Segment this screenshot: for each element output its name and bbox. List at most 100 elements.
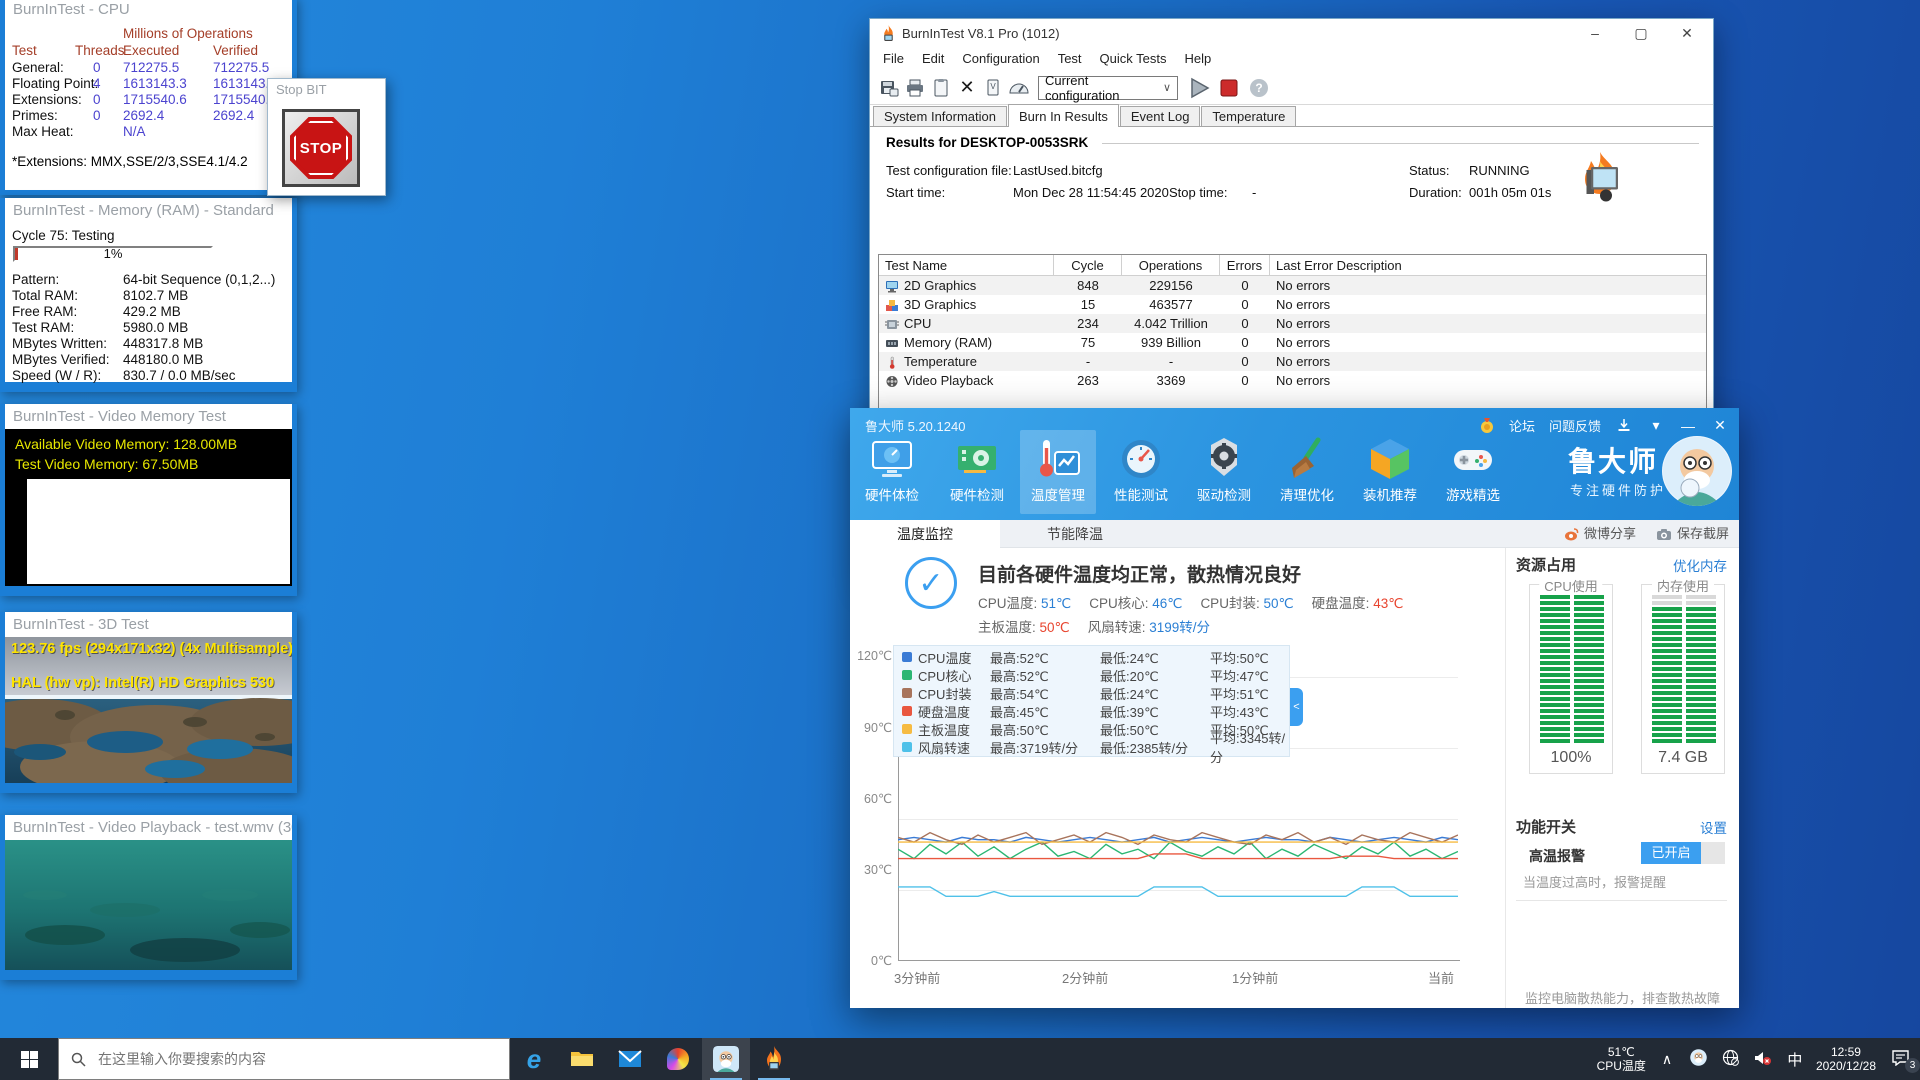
sensor-label: CPU核心: — [1089, 596, 1149, 611]
start-tests-button[interactable] — [1184, 76, 1214, 100]
taskbar-paint3d-icon[interactable] — [654, 1038, 702, 1080]
cube-icon — [1367, 436, 1413, 482]
maximize-button[interactable]: ▢ — [1618, 19, 1664, 48]
start-button[interactable] — [0, 1038, 58, 1080]
memory-usage-value: 7.4 GB — [1658, 749, 1708, 766]
cpu-usage-gauge: CPU使用 100% — [1529, 576, 1613, 774]
gauge-icon[interactable] — [1006, 76, 1032, 100]
action-center-icon[interactable]: 3 — [1886, 1049, 1920, 1073]
forum-link[interactable]: 论坛 — [1509, 416, 1535, 435]
certificate-icon[interactable]: V — [980, 76, 1006, 100]
menu-quick-tests[interactable]: Quick Tests — [1091, 48, 1176, 71]
menu-caret-icon[interactable]: ▾ — [1647, 417, 1665, 434]
taskbar-explorer-icon[interactable] — [558, 1038, 606, 1080]
volume-muted-icon[interactable] — [1752, 1050, 1774, 1069]
configuration-combobox[interactable]: Current configuration ∨ — [1038, 73, 1178, 103]
tab-event-log[interactable]: Event Log — [1119, 106, 1201, 126]
cpu-row-label: Max Heat: — [12, 124, 74, 139]
screenshot-label: 保存截屏 — [1677, 526, 1730, 541]
sensor-label: CPU封装: — [1200, 596, 1260, 611]
ime-indicator[interactable]: 中 — [1784, 1049, 1806, 1070]
table-row-2d-graphics[interactable]: 2D Graphics 848 229156 0 No errors — [879, 276, 1706, 295]
taskbar-burnintest-icon[interactable] — [750, 1038, 798, 1080]
nav-performance-test[interactable]: 性能测试 — [1103, 430, 1179, 514]
tray-cpu-temp[interactable]: 51℃ CPU温度 — [1597, 1045, 1646, 1073]
optimize-memory-link[interactable]: 优化内存 — [1673, 555, 1727, 575]
svg-text:?: ? — [1255, 81, 1262, 95]
menu-help[interactable]: Help — [1175, 48, 1220, 71]
stop-button[interactable]: STOP — [282, 109, 360, 187]
lu-minimize-button[interactable]: — — [1679, 418, 1697, 434]
nav-build-recommend[interactable]: 装机推荐 — [1352, 430, 1428, 514]
memory-field-label: Pattern: — [12, 272, 60, 287]
search-input[interactable] — [96, 1050, 456, 1068]
close-button[interactable]: ✕ — [1664, 19, 1710, 48]
tab-system-information[interactable]: System Information — [873, 106, 1007, 126]
minimize-button[interactable]: – — [1572, 19, 1618, 48]
taskbar-mail-icon[interactable] — [606, 1038, 654, 1080]
menu-edit[interactable]: Edit — [913, 48, 953, 71]
print-icon[interactable] — [902, 76, 928, 100]
menu-test[interactable]: Test — [1049, 48, 1091, 71]
table-row-video-playback[interactable]: Video Playback 263 3369 0 No errors — [879, 371, 1706, 390]
tray-ludashi-icon[interactable] — [1688, 1049, 1710, 1069]
main-window-title: BurnInTest V8.1 Pro (1012) — [902, 26, 1060, 41]
color-drop-icon — [667, 1048, 689, 1070]
cpu-window-body: Millions of Operations Test Threads Exec… — [5, 22, 292, 190]
feedback-link[interactable]: 问题反馈 — [1549, 416, 1601, 435]
weibo-share-button[interactable]: 微博分享 — [1564, 520, 1636, 548]
table-row-3d-graphics[interactable]: 3D Graphics 15 463577 0 No errors — [879, 295, 1706, 314]
nav-cleanup-optimize[interactable]: 清理优化 — [1269, 430, 1345, 514]
table-row-temperature[interactable]: Temperature - - 0 No errors — [879, 352, 1706, 371]
network-globe-icon[interactable] — [1720, 1049, 1742, 1069]
row-desc: No errors — [1276, 297, 1331, 312]
tab-burn-in-results[interactable]: Burn In Results — [1008, 104, 1119, 127]
taskbar-search[interactable] — [58, 1038, 510, 1080]
menu-configuration[interactable]: Configuration — [953, 48, 1048, 71]
legend-min: 最低:20℃ — [1100, 668, 1159, 684]
cpu-row-executed: 2692.4 — [123, 108, 165, 123]
col-test-name: Test Name — [879, 255, 1054, 275]
download-icon[interactable] — [1615, 418, 1633, 433]
alarm-toggle[interactable]: 已开启 — [1641, 842, 1725, 864]
settings-link[interactable]: 设置 — [1700, 817, 1727, 837]
tab-temperature[interactable]: Temperature — [1201, 106, 1297, 126]
sidebar-footnote: 监控电脑散热能力，排查散热故障 — [1524, 991, 1720, 1006]
lu-close-button[interactable]: ✕ — [1711, 417, 1729, 434]
row-name: Temperature — [904, 354, 977, 369]
tray-clock[interactable]: 12:59 2020/12/28 — [1816, 1045, 1876, 1073]
table-row-cpu[interactable]: CPU 234 4.042 Trillion 0 No errors — [879, 314, 1706, 333]
lu-top-links: 论坛 问题反馈 ▾ — ✕ — [1479, 416, 1729, 435]
delete-icon[interactable]: ✕ — [954, 76, 980, 100]
cpu-row-verified: 712275.5 — [213, 60, 270, 75]
nav-game-selection[interactable]: 游戏精选 — [1435, 430, 1511, 514]
row-errors: 0 — [1241, 316, 1249, 331]
nav-temperature-manage[interactable]: 温度管理 — [1020, 430, 1096, 514]
legend-min: 最低:24℃ — [1100, 650, 1159, 666]
nav-hardware-detect[interactable]: 硬件检测 — [939, 430, 1015, 514]
lu-sidebar: 资源占用 优化内存 CPU使用 100% 内存使用 7.4 GB 功能开关 设置… — [1505, 548, 1739, 1080]
tray-expand-chevron[interactable]: ∧ — [1656, 1051, 1678, 1068]
legend-collapse-handle[interactable]: < — [1290, 688, 1303, 726]
subtab-temperature-monitor[interactable]: 温度监控 — [850, 520, 1000, 548]
sensor-value: 51℃ — [1041, 596, 1072, 611]
nav-label: 硬件体检 — [865, 488, 919, 503]
col-last-error: Last Error Description — [1276, 257, 1402, 273]
taskbar-ludashi-icon[interactable] — [702, 1038, 750, 1080]
screenshot-button[interactable]: 保存截屏 — [1656, 520, 1729, 548]
table-row-memory[interactable]: Memory (RAM) 75 939 Billion 0 No errors — [879, 333, 1706, 352]
cpu-row-threads: 0 — [93, 92, 101, 107]
save-report-icon[interactable] — [876, 76, 902, 100]
menu-file[interactable]: File — [874, 48, 913, 71]
nav-driver-detect[interactable]: 驱动检测 — [1186, 430, 1262, 514]
subtab-energy-saving[interactable]: 节能降温 — [1000, 520, 1150, 548]
taskbar-edge-icon[interactable]: e — [510, 1038, 558, 1080]
new-report-icon[interactable] — [928, 76, 954, 100]
cpu-col-test: Test — [12, 43, 37, 58]
monitor-gauge-icon — [869, 436, 915, 482]
help-button[interactable]: ? — [1244, 76, 1274, 100]
sensor-value: 50℃ — [1263, 596, 1294, 611]
cpu-row-threads: 0 — [93, 108, 101, 123]
nav-hardware-checkup[interactable]: 硬件体检 — [854, 430, 930, 514]
stop-tests-button[interactable] — [1214, 76, 1244, 100]
